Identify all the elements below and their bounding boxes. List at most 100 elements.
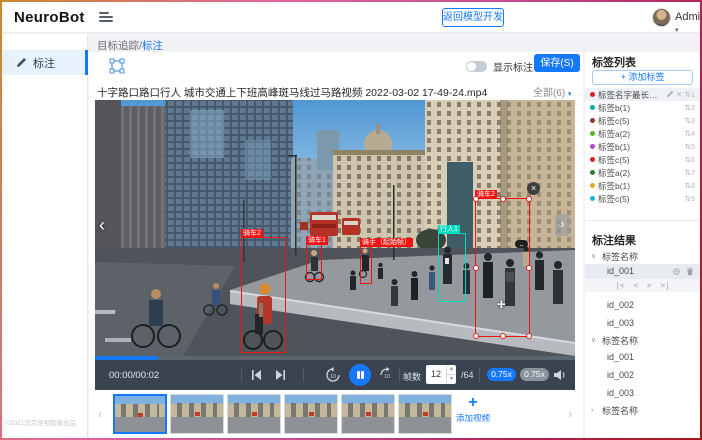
forward-10-button[interactable]: 10 [379,367,395,383]
delete-box-button[interactable]: × [527,182,540,195]
user-menu[interactable]: Admin ▾ [675,11,700,35]
resize-handle[interactable] [526,333,532,339]
annotation-box[interactable]: 行人1 [438,233,466,302]
next-frame-button[interactable]: > [647,281,652,290]
tag-row[interactable]: 标签c(5)⇅3 [585,114,700,127]
resize-handle[interactable] [500,196,506,202]
tag-color-dot [590,183,595,188]
last-frame-button[interactable]: >| [661,281,670,290]
result-group-header[interactable]: ›标签名称 [585,402,700,418]
locate-icon[interactable] [672,267,681,276]
tag-row[interactable]: 标签c(5)⇅9 [585,192,700,205]
video-title: 十字路口路口行人 城市交通上下班高峰斑马线过马路视频 2022-03-02 17… [97,85,517,100]
skip-next-button[interactable] [275,369,286,381]
tag-row[interactable]: 标签b(1)⇅2 [585,101,700,114]
tag-row[interactable]: 标签a(2)⇅7 [585,166,700,179]
prev-video-chevron[interactable]: ‹ [99,214,105,236]
frame-value[interactable]: 12 [426,365,446,384]
resize-handle[interactable] [473,196,479,202]
username: Admin [675,11,700,23]
video-thumbnail[interactable] [341,394,395,434]
result-group-name: 标签名称 [602,334,638,347]
tag-shortcut: ⇅3 [685,116,695,125]
annotation-box[interactable]: 骑车2 [241,237,286,353]
first-frame-button[interactable]: |< [615,281,624,290]
annotation-box-label: 骑手（起始帧） [360,238,413,247]
chevron-down-icon: ▾ [675,27,679,34]
add-video-button[interactable]: + 添加视频 [450,394,496,434]
video-thumbnail[interactable] [398,394,452,434]
prev-frame-button[interactable]: < [633,281,638,290]
filter-dropdown[interactable]: 全部(6) ▾ [533,84,572,99]
chevron-down-icon: ▾ [568,91,572,98]
video-thumbnail[interactable] [170,394,224,434]
sidebar-item-annotate[interactable]: 标注 [2,50,88,75]
save-button[interactable]: 保存(S) [534,54,580,72]
filmstrip: ‹ + 添加视频 › [89,390,583,438]
strip-prev-chevron[interactable]: ‹ [98,406,102,421]
result-group-name: 标签名称 [602,250,638,263]
tag-label: 标签c(5) [598,193,682,205]
svg-text:10: 10 [330,374,336,380]
annotation-box[interactable]: 骑车1 [306,244,322,280]
tag-list-title: 标签列表 [592,54,636,70]
video-canvas[interactable]: ↔ 骑车2骑车1骑手（起始帧）行人1骑车2 × + ‹ › [95,100,575,356]
bbox-tool-icon[interactable] [109,58,125,74]
breadcrumb-parent[interactable]: 目标追踪 [97,40,139,52]
annotation-layer: 骑车2 骑车1 骑手（起始帧） 行人1 骑车2 [95,100,575,356]
speed-button-active[interactable]: 0.75x [487,368,516,381]
skip-prev-button[interactable] [251,369,262,381]
video-thumbnail[interactable] [227,394,281,434]
tag-row[interactable]: 标签a(2)⇅4 [585,127,700,140]
tag-color-dot [590,157,595,162]
sidebar: 标注 ©2021北京矩视智能出品 [2,34,88,438]
tag-edit-icon[interactable] [666,90,674,100]
add-video-label: 添加视频 [450,412,496,424]
tag-row[interactable]: 标签c(5)⇅6 [585,153,700,166]
resize-handle[interactable] [473,333,479,339]
result-group-name: 标签名称 [602,404,638,417]
strip-next-chevron[interactable]: › [568,406,572,421]
trash-icon[interactable] [686,267,694,276]
pause-button[interactable] [349,364,371,386]
tag-shortcut: ⇅9 [685,194,695,203]
avatar[interactable] [652,8,671,27]
result-group-header[interactable]: ∨标签名称 [585,248,700,264]
resize-handle[interactable] [500,333,506,339]
result-row[interactable]: id_002 [585,366,700,384]
result-row[interactable]: id_003 [585,384,700,402]
collapse-menu-icon[interactable] [99,12,113,23]
frame-input[interactable]: 12 ▲▼ [426,365,456,384]
tag-row[interactable]: 标签b(1)⇅5 [585,140,700,153]
volume-button[interactable] [553,369,567,381]
back-to-model-dev-button[interactable]: 返回模型开发 [442,8,504,27]
tag-row[interactable]: 标签名字最长数...×⇅1 [585,88,700,101]
tag-label: 标签名字最长数... [598,89,663,101]
add-tag-button[interactable]: + 添加标签 [592,70,693,85]
tag-color-dot [590,105,595,110]
video-thumbnail[interactable] [113,394,167,434]
rewind-10-button[interactable]: 10 [325,367,341,383]
tag-color-dot [590,131,595,136]
stepper-up-icon[interactable]: ▲ [447,365,456,374]
tag-remove-icon[interactable]: × [677,91,682,99]
chevron-down-icon: ∨ [591,336,598,344]
tag-row[interactable]: 标签b(1)⇅8 [585,179,700,192]
resize-handle[interactable] [526,265,532,271]
annotation-box[interactable]: 骑手（起始帧） [360,246,372,284]
next-video-chevron[interactable]: › [555,214,570,236]
show-annotations-toggle[interactable] [466,61,487,72]
resize-handle[interactable] [473,265,479,271]
annotation-box[interactable]: 骑车2 [475,198,530,337]
result-row[interactable]: id_002 [585,296,700,314]
result-row-selected[interactable]: id_001 [585,264,700,279]
tag-label: 标签c(5) [598,115,682,127]
tag-label: 标签c(5) [598,154,682,166]
result-row[interactable]: id_003 [585,314,700,332]
resize-handle[interactable] [526,196,532,202]
result-row[interactable]: id_001 [585,348,700,366]
stepper-down-icon[interactable]: ▼ [447,374,456,384]
video-thumbnail[interactable] [284,394,338,434]
speed-button-secondary[interactable]: 0.75x [520,368,549,381]
result-group-header[interactable]: ∨ 标签名称 [585,332,700,348]
